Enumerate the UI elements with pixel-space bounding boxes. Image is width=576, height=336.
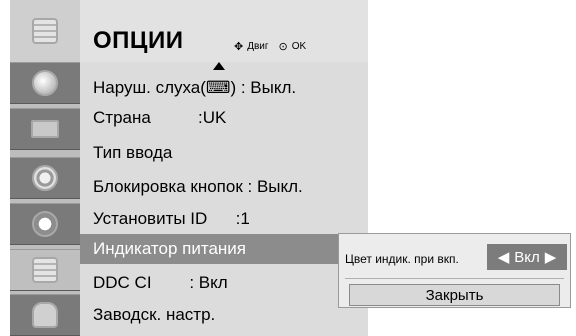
ok-hint-label: OK xyxy=(291,41,307,52)
move-hint-label: Двиг xyxy=(247,41,269,52)
scroll-up-arrow-icon[interactable] xyxy=(213,62,225,70)
ok-icon: ⊙ xyxy=(278,41,288,53)
sidebar-item-display[interactable] xyxy=(10,108,80,150)
menu-item-ddc-ci[interactable]: DDC CI : Вкл xyxy=(93,268,228,298)
popup-divider xyxy=(345,278,564,279)
arrow-left-icon[interactable]: ◀ xyxy=(498,248,510,266)
lock-icon xyxy=(32,302,58,328)
navigation-hint: ✥ Двиг ⊙ OK xyxy=(234,40,306,53)
clock-icon xyxy=(32,211,58,237)
power-indicator-popup: Цвет индик. при вкп. ◀ Вкл ▶ Закрыть xyxy=(338,233,571,308)
options-icon xyxy=(32,257,58,283)
menu-item-key-lock[interactable]: Блокировка кнопок : Выкл. xyxy=(93,172,303,202)
menu-item-factory-reset[interactable]: Заводск. настр. xyxy=(93,300,215,330)
indicator-color-label: Цвет индик. при вкп. xyxy=(345,252,459,266)
sidebar-item-picture[interactable] xyxy=(10,62,80,104)
menu-item-set-id[interactable]: Установиты ID :1 xyxy=(93,204,250,234)
menu-category-icon-cell xyxy=(10,0,80,62)
menu-item-hearing-impaired[interactable]: Наруш. слуха(⌨) : Выкл. xyxy=(93,73,296,103)
page-title: ОПЦИИ xyxy=(93,27,184,54)
close-button[interactable]: Закрыть xyxy=(349,284,560,306)
sidebar-item-audio[interactable] xyxy=(10,157,80,199)
audio-icon xyxy=(32,165,58,191)
menu-item-country[interactable]: Страна :UK xyxy=(93,103,226,133)
sidebar-item-options[interactable] xyxy=(10,249,80,291)
arrow-right-icon[interactable]: ▶ xyxy=(545,248,557,266)
sidebar-item-time[interactable] xyxy=(10,203,80,245)
indicator-value: Вкл xyxy=(514,248,540,266)
sidebar-item-lock[interactable] xyxy=(10,294,80,336)
menu-item-input-type[interactable]: Тип ввода xyxy=(93,138,172,168)
move-icon: ✥ xyxy=(234,41,244,53)
display-icon xyxy=(31,120,59,138)
indicator-value-selector[interactable]: ◀ Вкл ▶ xyxy=(487,244,567,270)
picture-icon xyxy=(32,70,58,96)
options-header-icon xyxy=(32,18,58,44)
